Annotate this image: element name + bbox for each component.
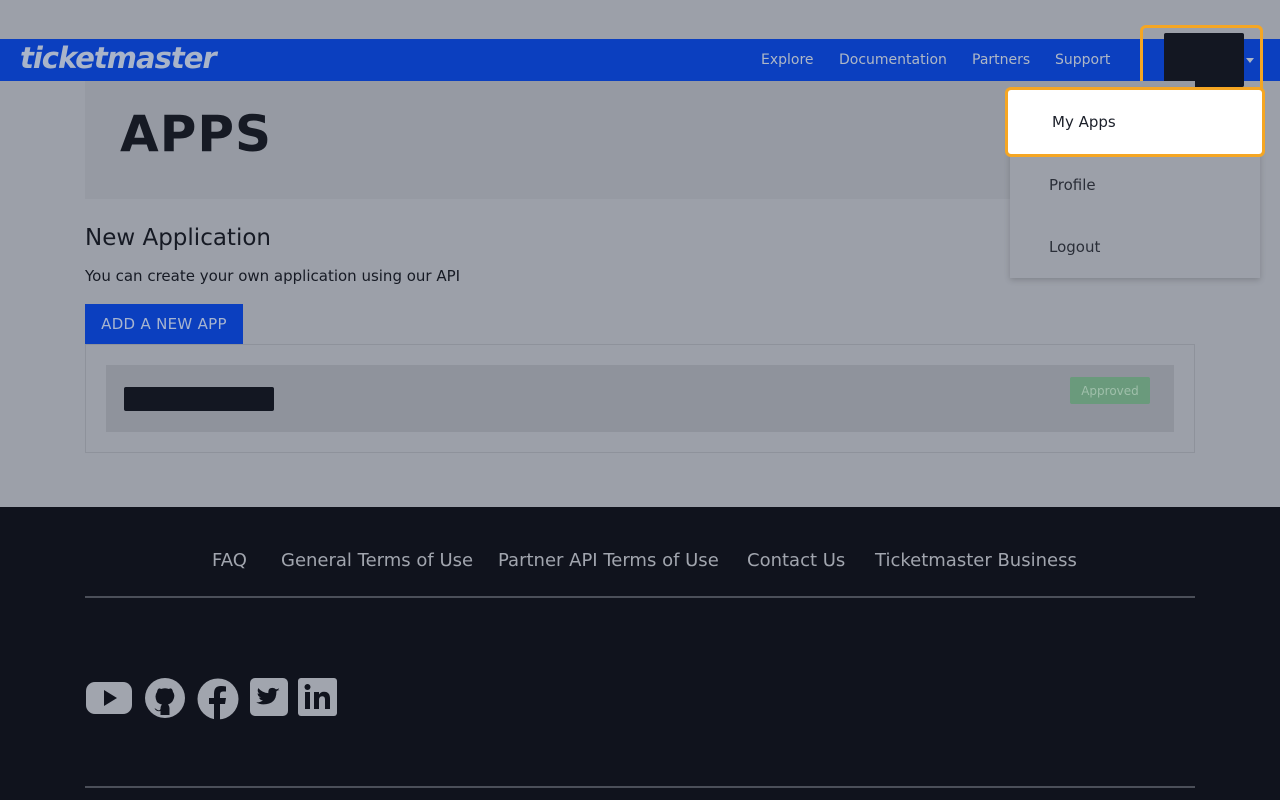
footer-faq-link[interactable]: FAQ — [212, 550, 247, 571]
apps-list-panel: Approved — [85, 344, 1195, 453]
menu-item-profile[interactable]: Profile — [1010, 154, 1260, 216]
nav-explore-link[interactable]: Explore — [761, 52, 814, 68]
app-list-item[interactable]: Approved — [106, 365, 1174, 432]
new-application-heading: New Application — [85, 225, 271, 251]
new-application-description: You can create your own application usin… — [85, 267, 461, 285]
chevron-down-icon — [1246, 58, 1254, 63]
footer-divider-bottom — [85, 786, 1195, 788]
main-navbar: ticketmaster Explore Documentation Partn… — [0, 39, 1280, 81]
footer-ticketmaster-business-link[interactable]: Ticketmaster Business — [875, 550, 1077, 571]
ticketmaster-logo[interactable]: ticketmaster — [20, 41, 217, 75]
twitter-icon[interactable] — [250, 678, 288, 716]
nav-support-link[interactable]: Support — [1055, 52, 1110, 68]
add-new-app-button[interactable]: ADD A NEW APP — [85, 304, 243, 344]
user-account-button[interactable] — [1164, 33, 1244, 87]
nav-partners-link[interactable]: Partners — [972, 52, 1030, 68]
footer-links: FAQ General Terms of Use Partner API Ter… — [0, 550, 1280, 580]
linkedin-icon[interactable] — [298, 678, 337, 716]
top-overlay-strip — [0, 0, 1280, 39]
youtube-icon[interactable] — [86, 678, 132, 718]
app-name-redacted[interactable] — [124, 387, 274, 411]
footer-general-terms-link[interactable]: General Terms of Use — [281, 550, 473, 571]
page-title: APPS — [120, 105, 272, 163]
menu-item-my-apps[interactable]: My Apps — [1005, 87, 1265, 157]
status-badge: Approved — [1070, 377, 1150, 404]
footer-partner-api-terms-link[interactable]: Partner API Terms of Use — [498, 550, 719, 571]
github-icon[interactable] — [144, 678, 186, 718]
nav-documentation-link[interactable]: Documentation — [839, 52, 947, 68]
menu-item-logout[interactable]: Logout — [1010, 216, 1260, 278]
site-footer: FAQ General Terms of Use Partner API Ter… — [0, 507, 1280, 800]
footer-contact-link[interactable]: Contact Us — [747, 550, 845, 571]
facebook-icon[interactable] — [197, 678, 239, 720]
footer-divider-top — [85, 596, 1195, 598]
user-dropdown-menu: My Apps Profile Logout — [1005, 87, 1265, 278]
